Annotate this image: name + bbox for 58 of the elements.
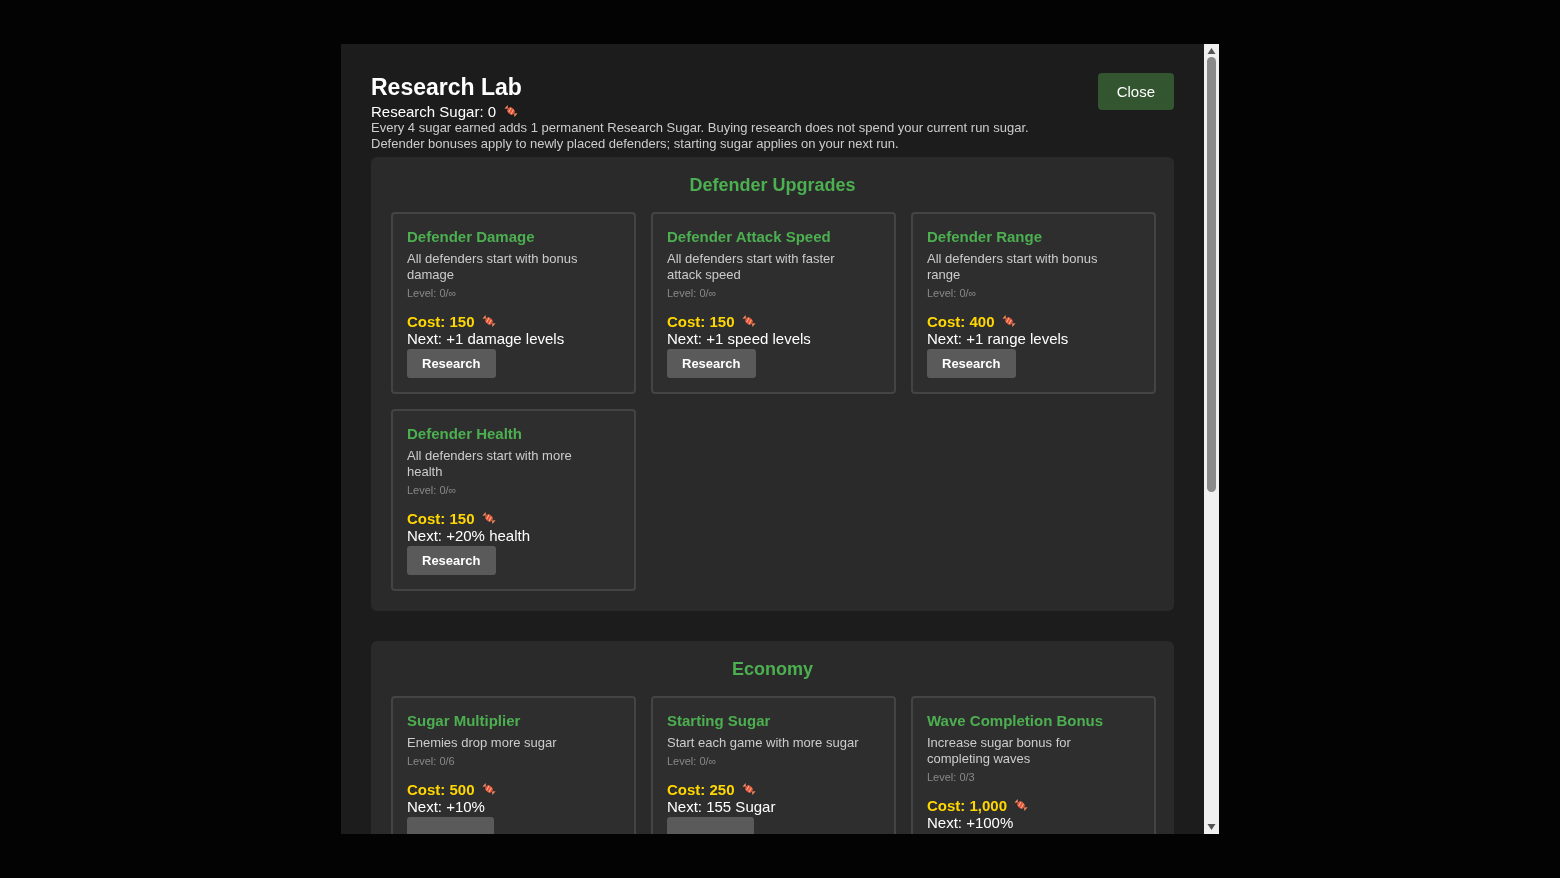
- research-button[interactable]: Research: [927, 348, 1016, 378]
- candy-icon: [504, 104, 519, 119]
- upgrade-name: Defender Health: [407, 424, 523, 442]
- info-text: Every 4 sugar earned adds 1 permanent Research Sugar. Buying research does not spend your current run sugar.: [371, 119, 1029, 136]
- next-text: Next: 155 Sugar: [667, 797, 776, 815]
- upgrade-name: Defender Range: [927, 227, 1043, 245]
- level-text: Level: 0/6: [407, 754, 455, 767]
- section-title: Defender Upgrades: [688, 174, 857, 196]
- upgrade-name: Defender Damage: [407, 227, 535, 245]
- scrollbar[interactable]: [1204, 44, 1219, 834]
- upgrade-description: All defenders start with bonus damage: [407, 250, 579, 283]
- upgrade-name: Wave Completion Bonus: [927, 711, 1104, 729]
- research-button[interactable]: Research: [407, 545, 496, 575]
- candy-icon: [481, 314, 496, 329]
- scroll-up-icon[interactable]: [1207, 47, 1216, 55]
- upgrade-description: Increase sugar bonus for completing waves: [927, 734, 1072, 767]
- candy-icon: [1001, 314, 1016, 329]
- cost-text: Cost: 1,000: [927, 796, 1008, 814]
- level-text: Level: 0/∞: [667, 286, 717, 299]
- balance-label: Research Sugar: 0: [371, 102, 497, 120]
- level-text: Level: 0/∞: [927, 286, 977, 299]
- upgrade-name: Defender Attack Speed: [667, 227, 831, 245]
- level-text: Level: 0/∞: [407, 483, 457, 496]
- candy-icon: [1014, 798, 1029, 813]
- upgrade-description: All defenders start with faster attack speed: [667, 250, 836, 283]
- cost-text: Cost: 150: [667, 312, 735, 330]
- upgrade-description: Enemies drop more sugar: [407, 734, 557, 751]
- next-text: Next: +20% health: [407, 526, 530, 544]
- upgrade-description: All defenders start with bonus range: [927, 250, 1099, 283]
- next-text: Next: +1 speed levels: [667, 329, 811, 347]
- cost-text: Cost: 250: [667, 780, 735, 798]
- close-button[interactable]: Close: [1097, 73, 1174, 110]
- upgrade-name: Starting Sugar: [667, 711, 771, 729]
- candy-icon: [481, 511, 496, 526]
- scroll-thumb[interactable]: [1207, 57, 1216, 492]
- next-text: Next: +1 range levels: [927, 329, 1069, 347]
- cost-text: Cost: 150: [407, 509, 475, 527]
- cost-text: Cost: 150: [407, 312, 475, 330]
- level-text: Level: 0/∞: [407, 286, 457, 299]
- candy-icon: [741, 314, 756, 329]
- cost-text: Cost: 500: [407, 780, 475, 798]
- next-text: Next: +100%: [927, 813, 1014, 831]
- cost-text: Cost: 400: [927, 312, 995, 330]
- level-text: Level: 0/3: [927, 770, 975, 783]
- candy-icon: [481, 782, 496, 797]
- scroll-down-icon[interactable]: [1207, 823, 1216, 831]
- section-title: Economy: [731, 658, 814, 680]
- level-text: Level: 0/∞: [667, 754, 717, 767]
- upgrade-description: Start each game with more sugar: [667, 734, 859, 751]
- info-text: Defender bonuses apply to newly placed defenders; starting sugar applies on your next run.: [371, 135, 900, 152]
- research-button[interactable]: Research: [407, 348, 496, 378]
- dialog-title: Research Lab: [371, 74, 523, 102]
- research-button[interactable]: Research: [667, 348, 756, 378]
- upgrade-name: Sugar Multiplier: [407, 711, 521, 729]
- upgrade-description: All defenders start with more health: [407, 447, 573, 480]
- candy-icon: [741, 782, 756, 797]
- next-text: Next: +10%: [407, 797, 485, 815]
- next-text: Next: +1 damage levels: [407, 329, 565, 347]
